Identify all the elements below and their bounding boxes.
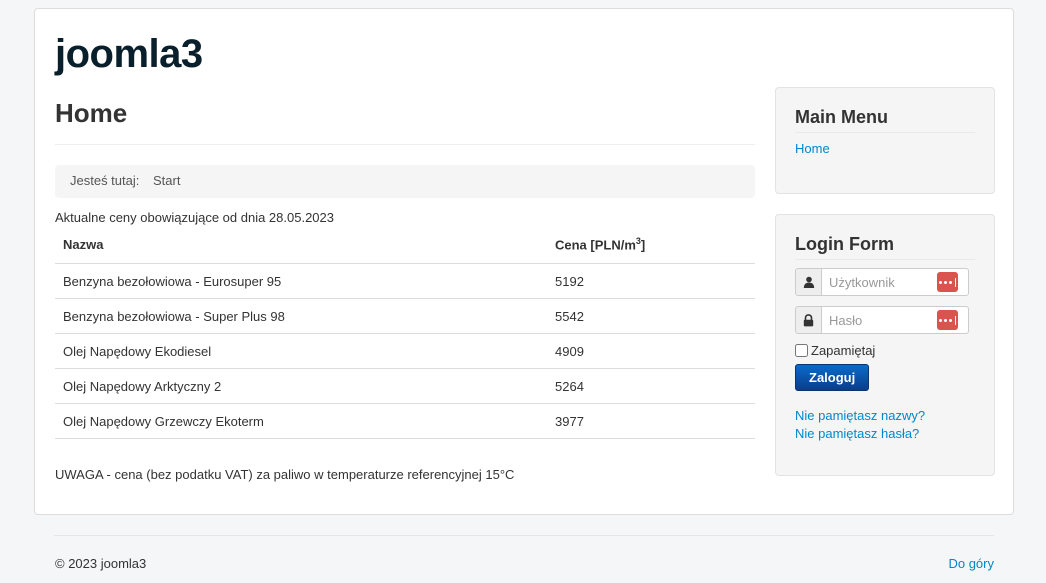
user-icon-svg (803, 276, 814, 288)
menu-link-home[interactable]: Home (795, 141, 830, 156)
lock-icon (795, 306, 822, 334)
fuel-price: 3977 (547, 403, 755, 439)
login-button[interactable]: Zaloguj (795, 364, 870, 391)
column-header-price: Cena [PLN/m3] (547, 228, 755, 264)
site-brand[interactable]: joomla3 (55, 31, 203, 77)
table-row: Olej Napędowy Grzewczy Ekoterm 3977 (55, 403, 755, 439)
table-header-row: Nazwa Cena [PLN/m3] (55, 228, 755, 264)
menu-item-home: Home (795, 141, 975, 156)
remember-me[interactable]: Zapamiętaj (795, 343, 975, 358)
lock-icon-svg (803, 313, 814, 326)
fuel-name: Olej Napędowy Grzewczy Ekoterm (55, 403, 547, 439)
fuel-name: Benzyna bezołowiowa - Super Plus 98 (55, 298, 547, 334)
page-title: Home (55, 91, 755, 145)
login-help-links: Nie pamiętasz nazwy? Nie pamiętasz hasła… (795, 407, 975, 443)
prices-intro: Aktualne ceny obowiązujące od dnia 28.05… (55, 210, 334, 225)
main-menu-list: Home (795, 141, 975, 156)
remember-label: Zapamiętaj (811, 343, 876, 358)
user-icon (795, 268, 822, 296)
password-manager-icon[interactable] (937, 310, 958, 330)
login-form-title: Login Form (795, 231, 975, 260)
forgot-password-link[interactable]: Nie pamiętasz hasła? (795, 426, 919, 441)
table-row: Benzyna bezołowiowa - Eurosuper 95 5192 (55, 263, 755, 299)
breadcrumb-label: Jesteś tutaj: (70, 173, 140, 188)
column-header-name: Nazwa (55, 228, 547, 264)
back-to-top-link[interactable]: Do góry (948, 556, 994, 571)
breadcrumb: Jesteś tutaj: Start (55, 165, 755, 198)
main-menu-title: Main Menu (795, 104, 975, 133)
table-row: Olej Napędowy Arktyczny 2 5264 (55, 368, 755, 404)
username-group (795, 268, 969, 296)
list-item: Nie pamiętasz nazwy? (795, 407, 975, 425)
fuel-price: 4909 (547, 333, 755, 369)
footer-copyright: © 2023 joomla3 (55, 556, 147, 571)
vat-note: UWAGA - cena (bez podatku VAT) za paliwo… (55, 467, 515, 482)
fuel-price: 5542 (547, 298, 755, 334)
fuel-name: Benzyna bezołowiowa - Eurosuper 95 (55, 263, 547, 299)
breadcrumb-current: Start (153, 173, 181, 188)
fuel-name: Olej Napędowy Ekodiesel (55, 333, 547, 369)
main-menu-module: Main Menu Home (775, 87, 995, 194)
login-module: Login Form Użytkownik Zapamiętaj Zaloguj… (775, 214, 995, 476)
remember-checkbox[interactable] (795, 344, 808, 357)
table-row: Olej Napędowy Ekodiesel 4909 (55, 333, 755, 369)
password-manager-icon[interactable] (937, 272, 958, 292)
password-group (795, 306, 969, 334)
sidebar: Main Menu Home Login Form Użytkownik Zap… (775, 87, 995, 476)
prices-table: Nazwa Cena [PLN/m3] Benzyna bezołowiowa … (55, 228, 755, 439)
table-row: Benzyna bezołowiowa - Super Plus 98 5542 (55, 298, 755, 334)
fuel-name: Olej Napędowy Arktyczny 2 (55, 368, 547, 404)
list-item: Nie pamiętasz hasła? (795, 425, 975, 443)
page-container: joomla3 Home Jesteś tutaj: Start Aktualn… (34, 8, 1014, 515)
fuel-price: 5192 (547, 263, 755, 299)
forgot-username-link[interactable]: Nie pamiętasz nazwy? (795, 408, 925, 423)
main-content: Home Jesteś tutaj: Start Aktualne ceny o… (55, 91, 755, 482)
fuel-price: 5264 (547, 368, 755, 404)
footer-divider (54, 535, 994, 536)
